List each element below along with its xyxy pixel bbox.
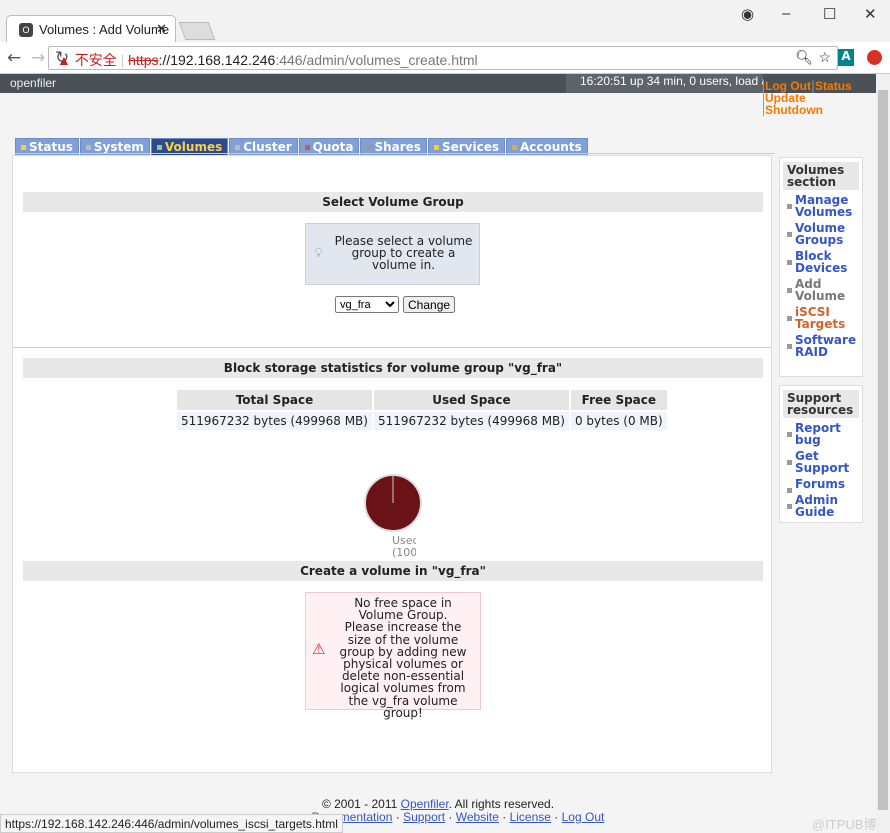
close-window-icon[interactable]: ✕ xyxy=(864,5,877,23)
openfiler-favicon-icon: O xyxy=(19,23,33,37)
address-bar[interactable]: ▲ 不安全 | https://192.168.142.246:446/admi… xyxy=(48,46,838,70)
zoom-icon[interactable]: 🔍︎ xyxy=(795,49,813,66)
sidebar-heading: Support resources xyxy=(783,390,859,418)
warning-text: No free space in Volume Group. Please in… xyxy=(339,596,467,720)
tab-title: Volumes : Add Volume xyxy=(39,22,170,37)
copyright-text: © 2001 - 2011 xyxy=(321,797,401,811)
sidebar-item-block-devices[interactable]: Block Devices xyxy=(783,250,859,274)
support-resources-box: Support resources Report bug Get Support… xyxy=(779,385,863,523)
sidebar-item-get-support[interactable]: Get Support xyxy=(783,450,859,474)
sidebar-item-iscsi-targets[interactable]: iSCSI Targets xyxy=(783,306,859,330)
create-volume-heading: Create a volume in "vg_fra" xyxy=(23,561,763,581)
url-path: :446/admin/volumes_create.html xyxy=(275,52,478,68)
divider xyxy=(13,347,771,348)
table-row: 511967232 bytes (499968 MB) 511967232 byt… xyxy=(177,412,667,430)
sidebar-item-forums[interactable]: Forums xyxy=(783,478,859,493)
table-cell: 511967232 bytes (499968 MB) xyxy=(177,412,372,430)
volumes-section-box: Volumes section Manage Volumes Volume Gr… xyxy=(779,157,863,377)
uptime-status: 16:20:51 up 34 min, 0 users, load averag… xyxy=(566,74,763,93)
lightbulb-icon: 💡︎ xyxy=(314,246,324,261)
info-text: Please select a volume group to create a… xyxy=(334,234,473,272)
openfiler-link[interactable]: Openfiler xyxy=(401,797,449,811)
change-button[interactable]: Change xyxy=(403,296,456,313)
status-bar-url: https://192.168.142.246:446/admin/volume… xyxy=(0,814,343,833)
sidebar-item-add-volume[interactable]: Add Volume xyxy=(783,278,859,302)
extension-icon[interactable]: A xyxy=(838,49,854,66)
sidebar-heading: Volumes section xyxy=(783,162,859,190)
insecure-label[interactable]: 不安全 xyxy=(75,52,117,68)
nav-divider xyxy=(15,153,775,154)
main-panel: Select Volume Group 💡︎ Please select a vo… xyxy=(12,155,772,773)
shutdown-link[interactable]: Shutdown xyxy=(765,103,823,117)
stats-table: Total Space Used Space Free Space 51196723… xyxy=(175,388,669,432)
browser-tab[interactable]: O Volumes : Add Volume ✕ xyxy=(6,15,176,43)
volume-group-select[interactable]: vg_fra xyxy=(335,296,399,313)
stats-heading: Block storage statistics for volume grou… xyxy=(23,358,763,378)
close-tab-icon[interactable]: ✕ xyxy=(156,21,167,37)
back-icon[interactable]: ← xyxy=(7,48,21,68)
info-box: 💡︎ Please select a volume group to create… xyxy=(305,223,480,285)
status-link[interactable]: Status xyxy=(815,79,852,93)
sidebar-item-report-bug[interactable]: Report bug xyxy=(783,422,859,446)
select-vg-heading: Select Volume Group xyxy=(23,192,763,212)
footer-website-link[interactable]: Website xyxy=(456,810,499,824)
sidebar-item-admin-guide[interactable]: Admin Guide xyxy=(783,494,859,518)
column-header: Free Space xyxy=(570,390,667,410)
warning-icon: ▲ xyxy=(57,52,71,68)
sidebar-item-manage-volumes[interactable]: Manage Volumes xyxy=(783,194,859,218)
sidebar-item-volume-groups[interactable]: Volume Groups xyxy=(783,222,859,246)
url-host: ://192.168.142.246 xyxy=(158,52,276,68)
pie-label: Used(100 xyxy=(392,535,416,559)
usage-pie-chart xyxy=(364,474,422,532)
bookmark-star-icon[interactable]: ☆ xyxy=(818,49,831,66)
browser-tabstrip: O Volumes : Add Volume ✕ ◉ – ☐ ✕ xyxy=(0,0,890,43)
footer-logout-link[interactable]: Log Out xyxy=(562,810,605,824)
table-cell: 511967232 bytes (499968 MB) xyxy=(373,412,569,430)
footer-support-link[interactable]: Support xyxy=(403,810,445,824)
footer-license-link[interactable]: License xyxy=(510,810,551,824)
new-tab-button[interactable] xyxy=(178,22,216,40)
minimize-icon[interactable]: – xyxy=(782,5,790,22)
scrollbar-thumb[interactable] xyxy=(878,90,888,810)
url-scheme: https xyxy=(128,52,159,68)
header-links: Log Out|Status Update Shutdown xyxy=(763,79,852,117)
warning-triangle-icon: ⚠ xyxy=(312,640,326,658)
maximize-icon[interactable]: ☐ xyxy=(823,5,836,23)
extension-update-icon[interactable] xyxy=(867,50,882,65)
brand-logo: openfiler xyxy=(10,76,57,90)
sidebar-item-software-raid[interactable]: Software RAID xyxy=(783,334,859,358)
column-header: Total Space xyxy=(177,390,372,410)
openfiler-header: openfiler 16:20:51 up 34 min, 0 users, l… xyxy=(0,74,876,93)
forward-icon[interactable]: → xyxy=(31,48,45,68)
browser-toolbar: ← → ↻ ▲ 不安全 | https://192.168.142.246:44… xyxy=(0,42,890,74)
table-cell: 0 bytes (0 MB) xyxy=(570,412,667,430)
profile-icon[interactable]: ◉ xyxy=(741,5,754,23)
copyright-text: . All rights reserved. xyxy=(448,797,555,811)
column-header: Used Space xyxy=(373,390,569,410)
warning-box: ⚠ No free space in Volume Group. Please i… xyxy=(305,592,481,719)
